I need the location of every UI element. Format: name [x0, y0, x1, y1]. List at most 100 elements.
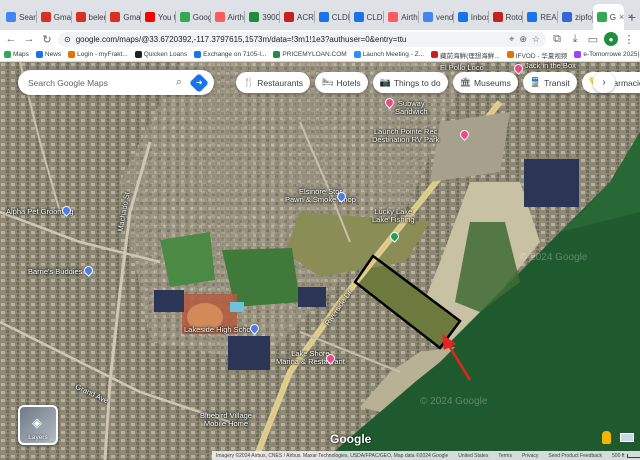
inbox-icon [457, 12, 468, 22]
directions-icon[interactable]: ➜ [189, 72, 209, 93]
back-icon[interactable]: ← [4, 32, 18, 46]
tab-title: REAL [540, 12, 558, 22]
bookmark-favicon-icon [506, 51, 514, 58]
gmail-icon [110, 12, 121, 22]
bookmark-item[interactable]: Maps [4, 51, 29, 58]
browser-tab[interactable]: CLDI [350, 4, 385, 30]
blue-square-icon [562, 12, 572, 22]
bookmark-star-icon[interactable]: ☆ [532, 34, 540, 45]
bookmark-item[interactable]: Exchange on 7105-l... [194, 51, 266, 58]
satellite-map[interactable]: Jack in the Box El Pollo Loco Subway Sand… [0, 62, 640, 460]
bookmark-item[interactable]: IFVOD - 华夏视频 [506, 50, 567, 60]
location-icon[interactable]: ⌖ [509, 34, 514, 45]
bookmark-label: PRICEMYLOAN.COM [282, 51, 347, 58]
search-icon[interactable]: ⌕ [176, 76, 182, 89]
bookmark-item[interactable]: PRICEMYLOAN.COM [273, 51, 347, 58]
label-barries-buddies[interactable]: Barrie's Buddies [28, 268, 82, 276]
tab-title: Goog [192, 12, 211, 22]
tab-title: zipfo [575, 12, 592, 22]
install-icon[interactable]: ⊕ [519, 34, 527, 45]
bookmark-favicon-icon [431, 51, 439, 58]
extensions-icon[interactable]: ⧉ [550, 32, 564, 46]
browser-tab[interactable]: Airth [211, 4, 246, 30]
close-tab-icon[interactable]: × [619, 12, 624, 22]
bookmark-item[interactable]: Login - myFrakt... [68, 51, 128, 58]
tab-title: Search [19, 12, 37, 22]
chip-museums[interactable]: 🏛 Museums [452, 72, 518, 93]
browser-tab[interactable]: Airth [384, 4, 419, 30]
profile-avatar[interactable]: ● [604, 32, 618, 46]
maps-icon [179, 12, 190, 22]
google-apps-icon[interactable]: ⋮⋮ [616, 72, 636, 93]
tab-title: CLDI [366, 12, 385, 22]
address-bar[interactable]: ⊙ google.com/maps/@33.6720392,-117.37976… [58, 31, 546, 47]
browser-tab[interactable]: Gmail [106, 4, 141, 30]
tab-search-icon[interactable]: ⌄ [626, 9, 634, 20]
tab-title: CLDI [331, 12, 350, 22]
bookmark-label: Login - myFrakt... [77, 51, 128, 58]
layers-button[interactable]: ◈ Layers [18, 405, 58, 445]
chip-label: Restaurants [257, 77, 304, 88]
site-info-icon[interactable]: ⊙ [64, 35, 71, 44]
tab-title: You t [158, 12, 176, 22]
chip-restaurants[interactable]: 🍴 Restaurants [236, 72, 311, 93]
tab-title: Inbox [470, 12, 489, 22]
blue-square-icon [527, 12, 538, 22]
download-icon[interactable]: ⤓ [568, 32, 582, 46]
label-bluebird-village[interactable]: Bluebird Village Mobile Home [200, 412, 252, 428]
tab-title: 3900 [262, 12, 280, 22]
scale-bar[interactable]: 500 ft [612, 453, 640, 459]
chip-transit[interactable]: 🚆 Transit [522, 72, 577, 93]
globe-thumbnail[interactable] [620, 433, 634, 442]
pegman-icon[interactable] [602, 431, 611, 444]
google-logo: Google [330, 432, 372, 446]
bookmark-favicon-icon [35, 51, 43, 58]
youtube-icon [145, 12, 155, 22]
browser-tab[interactable]: ACRE [280, 4, 315, 30]
browser-tab[interactable]: beler [72, 4, 107, 30]
browser-tab[interactable]: vende [419, 4, 454, 30]
privacy-link[interactable]: Privacy [522, 453, 538, 459]
chip-things-to-do[interactable]: 📷 Things to do [372, 72, 448, 93]
browser-tab[interactable]: zipfo [558, 4, 593, 30]
label-lakeside-high-school[interactable]: Lakeside High School [184, 326, 257, 334]
browser-tab[interactable]: Inbox [454, 4, 489, 30]
bookmark-item[interactable]: News [35, 51, 61, 58]
browser-tab[interactable]: Search [2, 4, 37, 30]
bookmark-item[interactable]: Quicken Loans [134, 51, 187, 58]
chips-scroll-right-icon[interactable]: › [593, 72, 615, 93]
bookmark-item[interactable]: 藏前海鮮(理想海鮮... [431, 50, 500, 60]
label-el-pollo-loco[interactable]: El Pollo Loco [440, 64, 484, 72]
label-subway[interactable]: Subway Sandwich [395, 100, 428, 116]
label-jack-in-the-box[interactable]: Jack in the Box [525, 62, 576, 70]
browser-tab[interactable]: Goog [176, 4, 211, 30]
menu-icon[interactable]: ⋮ [622, 32, 636, 46]
browser-tab[interactable]: Gmail [37, 4, 72, 30]
label-launch-pointe[interactable]: Launch Pointe Rec Destination RV Park [372, 128, 439, 144]
search-box[interactable]: Search Google Maps ⌕ ➜ [18, 70, 214, 95]
search-input[interactable]: Search Google Maps [28, 78, 176, 88]
bookmark-item[interactable]: e-Tomorrowe 2025|... [574, 51, 640, 58]
country-link[interactable]: United States [458, 453, 488, 459]
bookmark-item[interactable]: Launch Meeting - Z... [353, 51, 424, 58]
terms-link[interactable]: Terms [498, 453, 512, 459]
active-tab[interactable]: G × [592, 4, 624, 30]
browser-tab[interactable]: REAL [523, 4, 558, 30]
reload-icon[interactable]: ↻ [40, 32, 54, 46]
category-chips: 🍴 Restaurants 🛏 Hotels 📷 Things to do 🏛 Museums… [236, 72, 640, 93]
forward-icon[interactable]: → [22, 32, 36, 46]
browser-tab[interactable]: Roto [489, 4, 524, 30]
side-panel-icon[interactable]: ▭ [586, 32, 600, 46]
search-tab-icon [423, 12, 433, 22]
feedback-link[interactable]: Send Product Feedback [548, 453, 602, 459]
browser-tab[interactable]: 3900 [245, 4, 280, 30]
tab-title: vende [436, 12, 454, 22]
browser-tab[interactable]: You t [141, 4, 176, 30]
chip-label: Museums [474, 77, 511, 88]
browser-tab[interactable]: CLDI [315, 4, 350, 30]
chip-hotels[interactable]: 🛏 Hotels [315, 72, 368, 93]
label-lucky-lake[interactable]: Lucky Lake Lake Fishing [372, 208, 415, 224]
imagery-watermark: © 2024 Google [520, 252, 588, 263]
tab-title: beler [88, 12, 107, 22]
tab-title: Airth [401, 12, 418, 22]
